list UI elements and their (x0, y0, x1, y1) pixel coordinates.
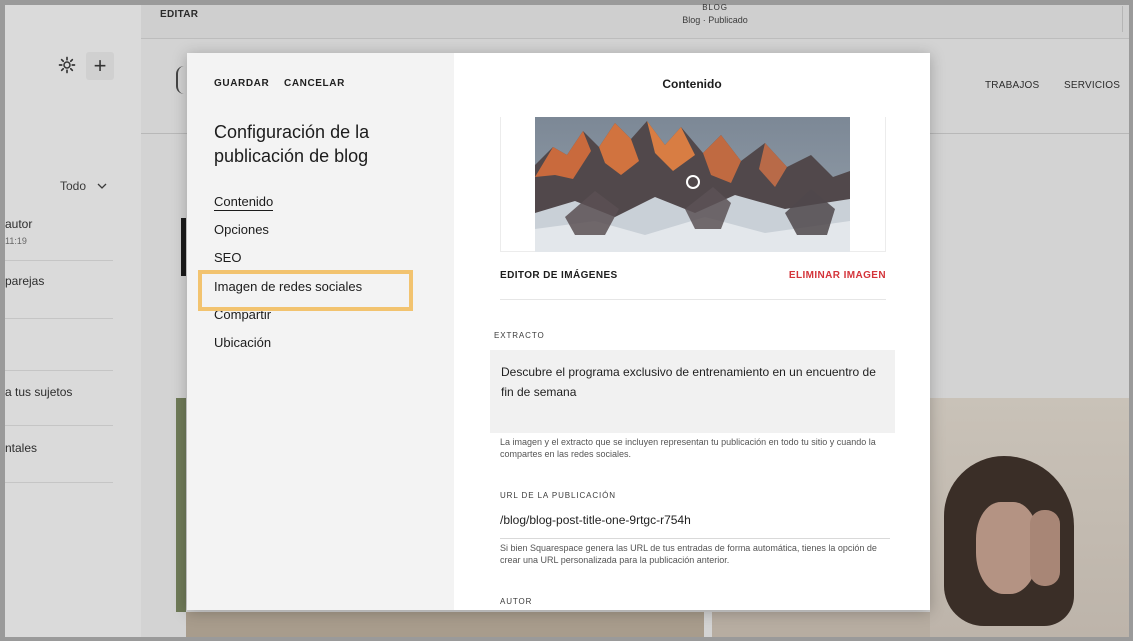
add-page-plus-icon[interactable]: + (86, 52, 114, 80)
site-photo-left-bottom (186, 612, 704, 637)
site-nav-item[interactable]: TRABAJOS (985, 80, 1039, 91)
settings-sidebar: GUARDAR CANCELAR Configuración de la pub… (187, 53, 454, 610)
image-actions: EDITOR DE IMÁGENES ELIMINAR IMAGEN (500, 270, 886, 300)
list-divider (5, 425, 113, 426)
topbar-right-control[interactable] (1122, 6, 1129, 32)
list-divider (5, 318, 113, 319)
featured-image[interactable] (535, 117, 850, 252)
list-item-title[interactable]: a tus sujetos (5, 385, 72, 399)
filter-label: Todo (60, 179, 87, 193)
post-url-input[interactable]: /blog/blog-post-title-one-9rtgc-r754h (500, 506, 890, 539)
list-divider (5, 260, 113, 261)
excerpt-help-text: La imagen y el extracto que se incluyen … (500, 437, 876, 459)
tab-options[interactable]: Opciones (214, 222, 269, 237)
page-title: BLOG (702, 3, 728, 12)
url-help-text: Si bien Squarespace genera las URL de tu… (500, 543, 877, 565)
list-item-title[interactable]: parejas (5, 274, 44, 288)
tab-location[interactable]: Ubicación (214, 335, 271, 350)
site-nav-item[interactable]: SERVICIOS (1064, 80, 1120, 91)
tab-share[interactable]: Compartir (214, 307, 271, 322)
site-photo-woman (930, 398, 1129, 637)
tab-seo[interactable]: SEO (214, 250, 241, 265)
panel-title: Contenido (662, 77, 722, 91)
remove-image-button[interactable]: ELIMINAR IMAGEN (789, 270, 886, 281)
tab-social-image[interactable]: Imagen de redes sociales (214, 279, 362, 294)
url-label: URL DE LA PUBLICACIÓN (500, 491, 616, 500)
chevron-down-icon (97, 179, 107, 193)
list-item-time: 11:19 (5, 236, 27, 246)
site-photo-right-bottom (712, 612, 930, 637)
excerpt-textarea[interactable]: Descubre el programa exclusivo de entren… (490, 350, 895, 433)
tab-content[interactable]: Contenido (214, 194, 274, 211)
list-item-title[interactable]: autor (5, 217, 32, 231)
list-divider (5, 482, 113, 483)
site-photo-left (176, 398, 186, 612)
background-topbar (141, 5, 1129, 39)
page-status: Blog · Publicado (682, 15, 748, 25)
filter-dropdown[interactable]: Todo (60, 179, 107, 193)
image-editor-button[interactable]: EDITOR DE IMÁGENES (500, 270, 618, 281)
site-content-bar (181, 218, 186, 276)
edit-label[interactable]: EDITAR (160, 9, 198, 20)
blog-post-settings-modal: GUARDAR CANCELAR Configuración de la pub… (187, 53, 930, 610)
gear-icon[interactable] (58, 56, 76, 80)
settings-title: Configuración de la publicación de blog (214, 122, 370, 166)
cancel-button[interactable]: CANCELAR (284, 78, 345, 89)
save-button[interactable]: GUARDAR (214, 78, 269, 89)
background-sidebar (5, 5, 141, 637)
author-label: AUTOR (500, 597, 533, 606)
list-item-title[interactable]: ntales (5, 441, 37, 455)
list-divider (5, 370, 113, 371)
image-uploader[interactable] (500, 117, 886, 252)
focal-point-handle[interactable] (686, 175, 700, 189)
excerpt-label: EXTRACTO (494, 331, 545, 340)
content-panel: Contenido EDITOR DE IMÁGENES ELIMINAR IM… (454, 53, 930, 610)
